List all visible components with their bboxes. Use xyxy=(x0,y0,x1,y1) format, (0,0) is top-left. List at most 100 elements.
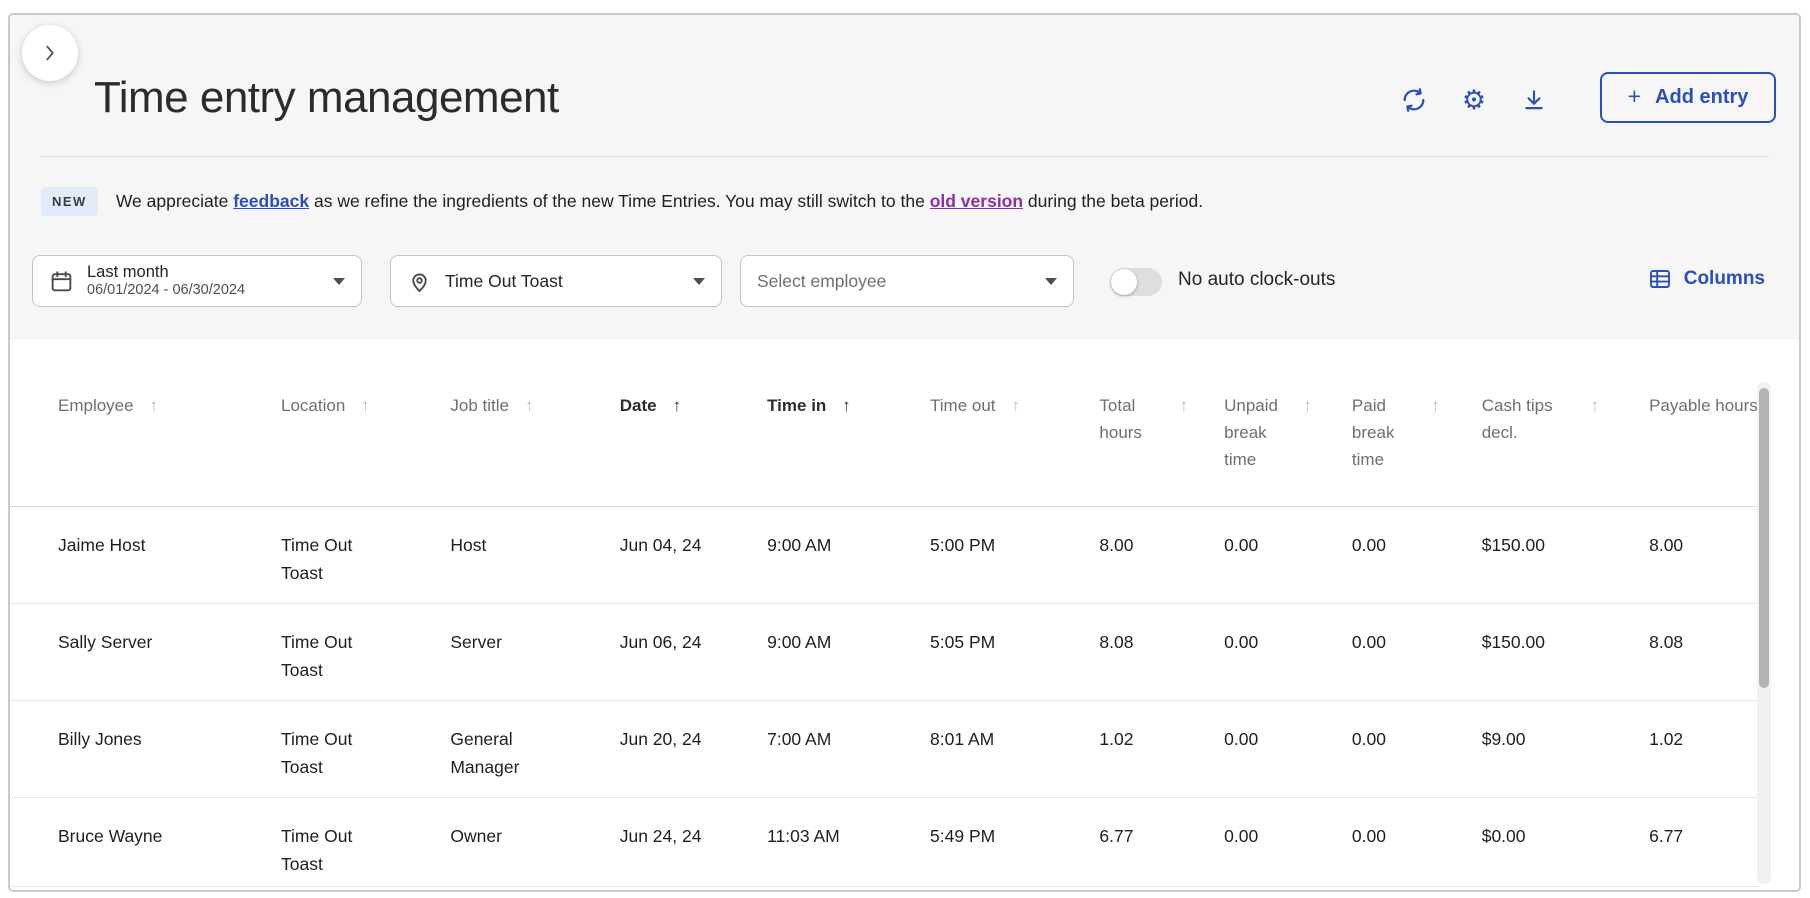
sort-arrow-icon: ↑ xyxy=(842,396,851,415)
cell-time-out: 8:01 AM xyxy=(930,729,995,749)
cell-date: Jun 04, 24 xyxy=(619,535,702,555)
column-header-label: Location xyxy=(281,396,346,415)
cell-date: Jun 06, 24 xyxy=(619,632,702,652)
table-row[interactable]: Bruce Wayne Time Out Toast Owner Jun 24,… xyxy=(10,798,1760,887)
gear-icon: ⚙ xyxy=(1461,84,1487,115)
column-header-total-hours[interactable]: Total hours ↑ xyxy=(1099,392,1224,506)
plus-icon: + xyxy=(1627,83,1642,109)
column-header-payable-hours[interactable]: Payable hours xyxy=(1649,392,1760,506)
employee-filter[interactable]: Select employee xyxy=(740,255,1074,307)
cell-cash-tips-decl: $9.00 xyxy=(1481,729,1526,749)
feedback-link[interactable]: feedback xyxy=(233,191,309,211)
refresh-icon xyxy=(1400,86,1428,114)
filter-bar: Last month 06/01/2024 - 06/30/2024 Time … xyxy=(10,255,1799,307)
sort-arrow-icon: ↑ xyxy=(672,396,682,415)
no-auto-clockouts-toggle[interactable] xyxy=(1110,268,1162,296)
export-button[interactable] xyxy=(1519,85,1549,115)
app-window: Time entry management ⚙ + Add entry NEW … xyxy=(8,13,1801,892)
beta-banner: NEW We appreciate feedback as we refine … xyxy=(41,187,1203,216)
table-columns-icon xyxy=(1648,267,1672,291)
column-header-date[interactable]: Date ↑ xyxy=(620,392,767,506)
column-header-label: Cash tips decl. xyxy=(1481,396,1553,442)
cell-cash-tips-decl: $150.00 xyxy=(1481,535,1545,555)
location-pin-icon xyxy=(407,269,432,294)
employee-filter-placeholder: Select employee xyxy=(757,270,887,291)
cell-paid-break-time: 0.00 xyxy=(1351,632,1386,652)
cell-job-title: Owner xyxy=(450,826,502,846)
cell-date: Jun 24, 24 xyxy=(619,826,702,846)
cell-job-title: Server xyxy=(450,632,502,652)
column-header-label: Time out xyxy=(930,396,996,415)
banner-text-mid: as we refine the ingredients of the new … xyxy=(309,191,930,211)
table-row[interactable]: Jaime Host Time Out Toast Host Jun 04, 2… xyxy=(10,507,1760,604)
header-divider xyxy=(40,156,1769,157)
column-header-label: Time in xyxy=(767,396,827,415)
banner-text: We appreciate feedback as we refine the … xyxy=(116,191,1203,212)
cell-employee: Sally Server xyxy=(58,632,153,652)
cell-location: Time Out Toast xyxy=(281,535,353,583)
chevron-down-icon xyxy=(693,277,705,285)
cell-total-hours: 8.08 xyxy=(1099,632,1134,652)
cell-payable-hours: 1.02 xyxy=(1649,729,1684,749)
column-header-paid-break-time[interactable]: Paid break time ↑ xyxy=(1352,392,1482,506)
cell-paid-break-time: 0.00 xyxy=(1351,729,1386,749)
column-header-time-in[interactable]: Time in ↑ xyxy=(767,392,930,506)
chevron-right-icon xyxy=(39,42,61,64)
sort-arrow-icon: ↑ xyxy=(1590,396,1600,415)
add-entry-button[interactable]: + Add entry xyxy=(1600,72,1776,123)
cell-unpaid-break-time: 0.00 xyxy=(1224,632,1259,652)
banner-text-post: during the beta period. xyxy=(1023,191,1204,211)
vertical-scrollbar-thumb[interactable] xyxy=(1759,388,1769,688)
cell-job-title: Host xyxy=(450,535,487,555)
cell-job-title: General Manager xyxy=(450,729,520,777)
cell-time-out: 5:00 PM xyxy=(930,535,996,555)
cell-paid-break-time: 0.00 xyxy=(1351,826,1386,846)
columns-button[interactable]: Columns xyxy=(1648,267,1765,291)
toggle-knob xyxy=(1111,269,1137,295)
new-badge: NEW xyxy=(41,187,98,216)
no-auto-clockouts-label: No auto clock-outs xyxy=(1178,269,1336,290)
chevron-down-icon xyxy=(333,277,345,285)
sort-arrow-icon: ↑ xyxy=(149,396,159,415)
column-header-unpaid-break-time[interactable]: Unpaid break time ↑ xyxy=(1224,392,1352,506)
cell-paid-break-time: 0.00 xyxy=(1351,535,1386,555)
sidebar-expand-button[interactable] xyxy=(22,25,78,81)
refresh-button[interactable] xyxy=(1399,85,1429,115)
cell-unpaid-break-time: 0.00 xyxy=(1224,535,1259,555)
column-header-label: Employee xyxy=(58,396,134,415)
cell-time-in: 7:00 AM xyxy=(767,729,832,749)
date-range-filter[interactable]: Last month 06/01/2024 - 06/30/2024 xyxy=(32,255,362,307)
cell-location: Time Out Toast xyxy=(281,632,353,680)
column-header-label: Total hours xyxy=(1099,396,1142,442)
cell-location: Time Out Toast xyxy=(281,729,353,777)
download-icon xyxy=(1521,87,1547,113)
sort-arrow-icon: ↑ xyxy=(361,396,370,415)
table-header-row: Employee ↑ Location ↑ Job title ↑ Date ↑ Tim… xyxy=(10,340,1760,507)
column-header-cash-tips-decl[interactable]: Cash tips decl. ↑ xyxy=(1482,392,1649,506)
cell-total-hours: 6.77 xyxy=(1099,826,1134,846)
cell-time-in: 9:00 AM xyxy=(767,535,832,555)
cell-unpaid-break-time: 0.00 xyxy=(1224,729,1259,749)
column-header-label: Unpaid break time xyxy=(1224,396,1278,469)
column-header-label: Job title xyxy=(450,396,509,415)
column-header-job-title[interactable]: Job title ↑ xyxy=(450,392,619,506)
cell-time-out: 5:49 PM xyxy=(930,826,996,846)
cell-cash-tips-decl: $150.00 xyxy=(1481,632,1545,652)
table-row[interactable]: Billy Jones Time Out Toast General Manag… xyxy=(10,701,1760,798)
column-header-time-out[interactable]: Time out ↑ xyxy=(930,392,1099,506)
location-filter[interactable]: Time Out Toast xyxy=(390,255,722,307)
old-version-link[interactable]: old version xyxy=(930,191,1023,211)
column-header-employee[interactable]: Employee ↑ xyxy=(58,392,281,506)
cell-payable-hours: 6.77 xyxy=(1649,826,1684,846)
column-header-location[interactable]: Location ↑ xyxy=(281,392,450,506)
vertical-scrollbar-track[interactable] xyxy=(1757,382,1771,884)
cell-time-in: 9:00 AM xyxy=(767,632,832,652)
cell-time-in: 11:03 AM xyxy=(767,826,840,846)
cell-payable-hours: 8.00 xyxy=(1649,535,1684,555)
settings-button[interactable]: ⚙ xyxy=(1459,85,1489,115)
time-entries-table: Employee ↑ Location ↑ Job title ↑ Date ↑ Tim… xyxy=(10,340,1799,890)
cell-employee: Bruce Wayne xyxy=(58,826,163,846)
table-row[interactable]: Sally Server Time Out Toast Server Jun 0… xyxy=(10,604,1760,701)
column-header-label: Payable hours xyxy=(1649,396,1758,415)
date-filter-range: 06/01/2024 - 06/30/2024 xyxy=(87,282,246,299)
